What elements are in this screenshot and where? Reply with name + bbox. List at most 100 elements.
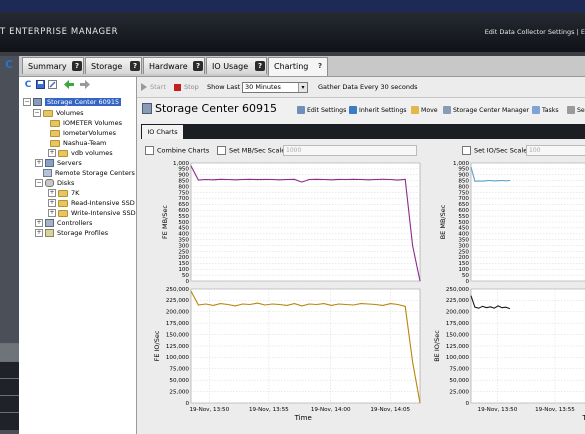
help-icon[interactable]: ?: [72, 61, 82, 71]
y-tick-label: 0: [185, 401, 189, 407]
y-tick-label: 150,000: [166, 332, 190, 338]
tree-label: Remote Storage Centers: [55, 169, 135, 177]
gather-interval-label: Gather Data Every 30 seconds: [318, 83, 418, 91]
chevron-down-icon[interactable]: ▾: [298, 83, 307, 92]
tree-node-remote-storage-centers[interactable]: Remote Storage Centers: [43, 168, 135, 178]
data-point: [474, 180, 476, 182]
y-tick-label: 600: [178, 208, 189, 214]
tab-io-charts[interactable]: IO Charts: [142, 125, 183, 139]
refresh-icon[interactable]: C: [23, 80, 33, 90]
y-axis-label: FE IO/Sec: [153, 330, 161, 361]
data-point: [271, 179, 273, 180]
checkbox-box[interactable]: [217, 146, 226, 155]
data-point: [308, 303, 310, 305]
data-point: [390, 179, 391, 180]
tasks-button[interactable]: Tasks: [532, 106, 559, 114]
y-tick-label: 950: [458, 167, 469, 173]
expand-icon[interactable]: +: [35, 219, 43, 227]
data-point: [264, 304, 266, 306]
data-point: [345, 179, 347, 180]
expand-icon[interactable]: +: [48, 189, 56, 197]
tree-node-disks[interactable]: − Disks: [35, 178, 74, 188]
set-mb-scale-checkbox[interactable]: Set MB/Sec Scale: [217, 146, 285, 155]
y-tick-label: 250,000: [166, 287, 190, 293]
settings-label: Se: [577, 107, 585, 114]
stop-button[interactable]: Stop: [174, 83, 199, 91]
tab-label: Storage: [91, 62, 123, 71]
left-nav-row[interactable]: [0, 378, 19, 396]
save-icon[interactable]: [35, 80, 45, 90]
data-point: [279, 304, 281, 305]
folder-icon: [50, 129, 60, 137]
checkbox-box[interactable]: [145, 146, 154, 155]
tree-node-storage-center[interactable]: − Storage Center 60915: [23, 97, 122, 107]
tree-node-iometervolumes[interactable]: IometerVolumes: [50, 128, 116, 138]
expand-icon[interactable]: +: [48, 149, 56, 157]
y-tick-label: 100,000: [446, 355, 470, 361]
tree-node-write-intensive-ssd[interactable]: + Write-Intensive SSD: [48, 208, 136, 218]
back-arrow-icon[interactable]: [64, 80, 74, 90]
tab-summary[interactable]: Summary ?: [22, 57, 84, 74]
tab-io-usage[interactable]: IO Usage ?: [206, 57, 267, 74]
tree-node-iometer-volumes[interactable]: IOMETER Volumes: [50, 118, 122, 128]
tree-node-read-intensive-ssd[interactable]: + Read-Intensive SSD: [48, 198, 135, 208]
left-nav-row[interactable]: [0, 395, 19, 413]
tree-node-nashua-team[interactable]: Nashua-Team: [50, 138, 106, 148]
left-nav-row[interactable]: [0, 361, 19, 379]
combine-charts-checkbox[interactable]: Combine Charts: [145, 146, 209, 155]
left-nav-row[interactable]: [0, 412, 19, 430]
y-tick-label: 300: [458, 243, 469, 249]
checkbox-box[interactable]: [462, 146, 471, 155]
forward-arrow-icon[interactable]: [80, 80, 90, 90]
help-icon[interactable]: ?: [315, 61, 325, 71]
tree-node-storage-profiles[interactable]: + Storage Profiles: [35, 228, 108, 238]
start-button[interactable]: Start: [141, 83, 166, 91]
data-point: [323, 303, 325, 304]
show-last-select[interactable]: 30 Minutes ▾: [242, 82, 308, 93]
collapse-icon[interactable]: −: [23, 98, 31, 106]
tree-node-servers[interactable]: + Servers: [35, 158, 82, 168]
help-icon[interactable]: ?: [255, 61, 265, 71]
help-icon[interactable]: ?: [130, 61, 140, 71]
set-io-scale-checkbox[interactable]: Set IO/Sec Scale: [462, 146, 527, 155]
tree-node-volumes[interactable]: − Volumes: [33, 108, 84, 118]
collapse-icon[interactable]: −: [33, 109, 41, 117]
remote-storage-icon: [43, 169, 52, 177]
expand-icon[interactable]: +: [35, 229, 43, 237]
y-tick-label: 900: [178, 173, 189, 179]
move-button[interactable]: Move: [411, 106, 438, 114]
tree-node-vdb-volumes[interactable]: + vdb volumes: [48, 148, 113, 158]
settings-button[interactable]: Se: [567, 106, 585, 114]
y-tick-label: 750: [458, 190, 469, 196]
collapse-icon[interactable]: −: [35, 179, 43, 187]
help-icon[interactable]: ?: [193, 61, 203, 71]
y-tick-label: 200,000: [446, 310, 470, 316]
edit-settings-button[interactable]: Edit Settings: [297, 106, 346, 114]
x-tick-label: 19-Nov, 14:00: [311, 407, 351, 413]
expand-icon[interactable]: +: [48, 209, 56, 217]
folder-icon: [50, 119, 60, 127]
expand-icon[interactable]: +: [35, 159, 43, 167]
data-point: [482, 305, 484, 307]
edit-data-collector-settings-link[interactable]: Edit Data Collector Settings | E: [485, 28, 585, 36]
expand-icon[interactable]: +: [48, 199, 56, 207]
data-point: [220, 178, 221, 180]
tab-storage[interactable]: Storage ?: [85, 57, 142, 74]
tab-charting[interactable]: Charting ?: [268, 57, 328, 76]
tree-node-7k[interactable]: +7K: [48, 188, 79, 198]
left-nav-row[interactable]: [0, 343, 19, 361]
tree-node-controllers[interactable]: + Controllers: [35, 218, 92, 228]
y-tick-label: 125,000: [166, 344, 190, 350]
refresh-icon[interactable]: C: [5, 58, 17, 71]
tab-hardware[interactable]: Hardware ?: [143, 57, 205, 74]
data-point: [382, 178, 384, 180]
storage-center-manager-button[interactable]: Storage Center Manager: [443, 106, 529, 114]
y-tick-label: 200,000: [166, 310, 190, 316]
y-tick-label: 150: [458, 261, 469, 267]
data-point: [345, 304, 347, 305]
tree-label: Read-Intensive SSD: [71, 199, 135, 207]
inherit-settings-button[interactable]: Inherit Settings: [349, 106, 407, 114]
data-point: [234, 179, 236, 181]
edit-icon[interactable]: [47, 80, 57, 90]
data-point: [493, 307, 495, 309]
